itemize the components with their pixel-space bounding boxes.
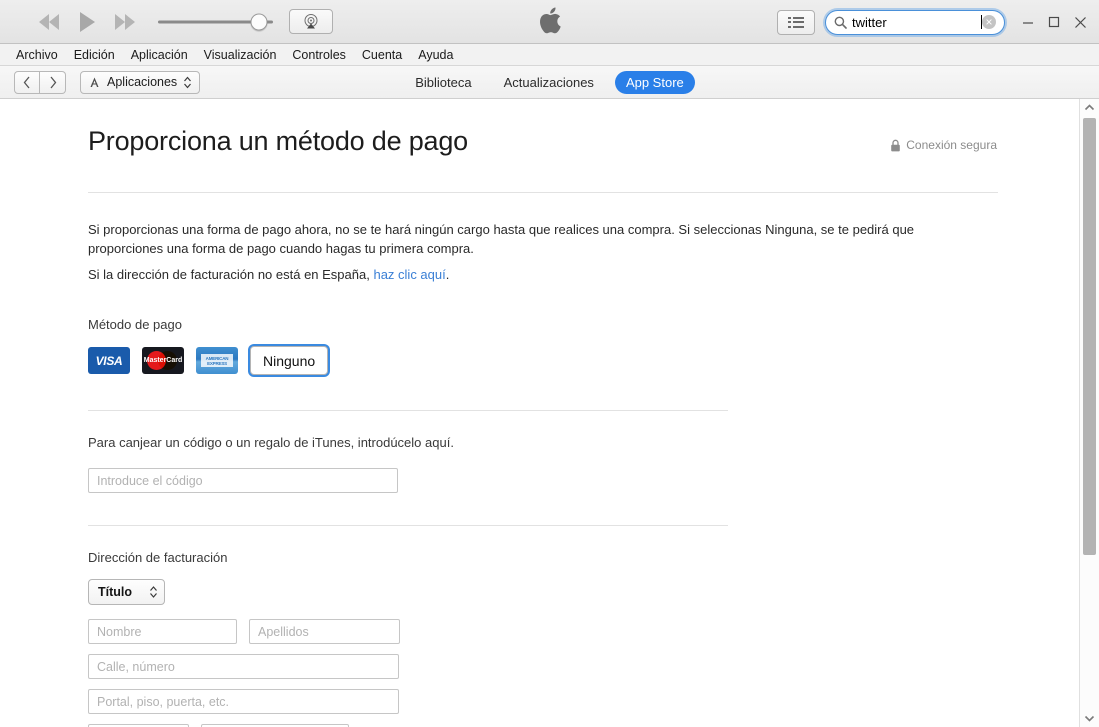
- secure-connection-badge: Conexión segura: [890, 138, 997, 152]
- payment-method-options: VISA MasterCard AMERICAN EXPRESS Ninguno: [88, 346, 1079, 375]
- chevron-up-icon: [1084, 104, 1095, 111]
- title-select-label: Título: [98, 585, 133, 599]
- menu-ayuda[interactable]: Ayuda: [410, 46, 461, 64]
- window-controls: [1017, 11, 1091, 33]
- minimize-button[interactable]: [1017, 11, 1039, 33]
- billing-country-link[interactable]: haz clic aquí: [373, 267, 445, 282]
- chevron-down-icon: [1084, 715, 1095, 722]
- content-area: Proporciona un método de pago Conexión s…: [0, 99, 1099, 727]
- play-button[interactable]: [68, 8, 106, 36]
- menubar: Archivo Edición Aplicación Visualización…: [0, 44, 1099, 66]
- scrollbar-thumb[interactable]: [1083, 118, 1096, 555]
- scroll-up-button[interactable]: [1080, 99, 1099, 116]
- none-payment-button[interactable]: Ninguno: [250, 346, 329, 375]
- unit-input[interactable]: Portal, piso, puerta, etc.: [88, 689, 399, 714]
- intro-line-1: Si proporcionas una forma de pago ahora,…: [88, 222, 915, 256]
- menu-cuenta[interactable]: Cuenta: [354, 46, 410, 64]
- divider-bottom: [88, 525, 728, 526]
- chevron-right-icon: [49, 76, 56, 88]
- minimize-icon: [1023, 22, 1033, 24]
- apple-logo: [537, 7, 563, 43]
- street-placeholder: Calle, número: [97, 659, 175, 674]
- search-input-value[interactable]: twitter: [852, 15, 980, 30]
- intro-line-2: Si la dirección de facturación no está e…: [88, 265, 938, 284]
- close-button[interactable]: [1069, 11, 1091, 33]
- vertical-scrollbar[interactable]: [1079, 99, 1099, 727]
- library-selector[interactable]: Aplicaciones: [80, 70, 201, 94]
- street-row: Calle, número: [88, 654, 1079, 679]
- unit-placeholder: Portal, piso, puerta, etc.: [97, 694, 230, 709]
- last-name-input[interactable]: Apellidos: [249, 619, 400, 644]
- scroll-down-button[interactable]: [1080, 710, 1099, 727]
- amex-label: AMERICAN EXPRESS: [201, 354, 233, 367]
- visa-card-option[interactable]: VISA: [88, 347, 130, 374]
- first-name-placeholder: Nombre: [97, 624, 142, 639]
- maximize-icon: [1048, 16, 1060, 28]
- library-selector-label: Aplicaciones: [107, 75, 178, 89]
- title-select[interactable]: Título: [88, 579, 165, 605]
- forward-button[interactable]: [106, 8, 144, 36]
- list-view-icon: [788, 16, 804, 28]
- navigation-toolbar: Aplicaciones Biblioteca Actualizaciones …: [0, 66, 1099, 99]
- stepper-updown-icon: [150, 586, 157, 598]
- divider-top: [88, 192, 998, 193]
- visa-label: VISA: [95, 353, 123, 368]
- last-name-placeholder: Apellidos: [258, 624, 309, 639]
- amex-card-option[interactable]: AMERICAN EXPRESS: [196, 347, 238, 374]
- apps-icon: [90, 77, 99, 87]
- redeem-description: Para canjear un código o un regalo de iT…: [88, 435, 454, 450]
- list-view-button[interactable]: [777, 9, 815, 35]
- secure-connection-label: Conexión segura: [906, 138, 997, 152]
- redeem-code-placeholder: Introduce el código: [97, 473, 203, 488]
- street-input[interactable]: Calle, número: [88, 654, 399, 679]
- mastercard-label: MasterCard: [143, 357, 183, 364]
- forward-icon: [115, 13, 135, 30]
- search-field[interactable]: twitter: [825, 9, 1005, 35]
- intro-paragraph: Si proporcionas una forma de pago ahora,…: [88, 220, 938, 284]
- payment-method-label: Método de pago: [88, 317, 182, 332]
- player-controls: [0, 8, 333, 36]
- name-row: Nombre Apellidos: [88, 619, 1079, 644]
- play-icon: [79, 11, 95, 32]
- volume-knob[interactable]: [250, 13, 268, 30]
- airplay-icon: [304, 14, 318, 29]
- menu-archivo[interactable]: Archivo: [8, 46, 66, 64]
- menu-edicion[interactable]: Edición: [66, 46, 123, 64]
- rewind-icon: [39, 13, 59, 30]
- rewind-button[interactable]: [30, 8, 68, 36]
- mastercard-card-option[interactable]: MasterCard: [142, 347, 184, 374]
- titlebar-right-controls: twitter: [777, 0, 1099, 44]
- billing-address-label: Dirección de facturación: [88, 550, 228, 565]
- back-button[interactable]: [14, 70, 40, 94]
- forward-button-nav[interactable]: [40, 70, 66, 94]
- intro-line-2-after: .: [445, 267, 450, 282]
- airplay-button[interactable]: [289, 9, 333, 34]
- menu-aplicacion[interactable]: Aplicación: [123, 46, 196, 64]
- lock-icon: [891, 139, 901, 151]
- intro-line-2-before: Si la dirección de facturación no está e…: [88, 267, 374, 282]
- menu-visualizacion[interactable]: Visualización: [196, 46, 285, 64]
- redeem-code-input[interactable]: Introduce el código: [88, 468, 398, 493]
- menu-controles[interactable]: Controles: [284, 46, 354, 64]
- maximize-button[interactable]: [1043, 11, 1065, 33]
- titlebar: twitter: [0, 0, 1099, 44]
- nav-history-group: [14, 70, 66, 94]
- tab-biblioteca[interactable]: Biblioteca: [404, 71, 482, 94]
- first-name-input[interactable]: Nombre: [88, 619, 237, 644]
- stepper-updown-icon: [184, 76, 192, 88]
- chevron-left-icon: [23, 76, 30, 88]
- divider-middle: [88, 410, 728, 411]
- volume-slider[interactable]: [158, 11, 273, 33]
- tab-actualizaciones[interactable]: Actualizaciones: [493, 71, 605, 94]
- tab-app-store[interactable]: App Store: [614, 70, 695, 94]
- clear-search-icon[interactable]: [982, 15, 996, 29]
- payment-form: Proporciona un método de pago Conexión s…: [0, 99, 1079, 727]
- search-icon: [834, 16, 847, 29]
- unit-row: Portal, piso, puerta, etc.: [88, 689, 1079, 714]
- close-icon: [1074, 16, 1086, 28]
